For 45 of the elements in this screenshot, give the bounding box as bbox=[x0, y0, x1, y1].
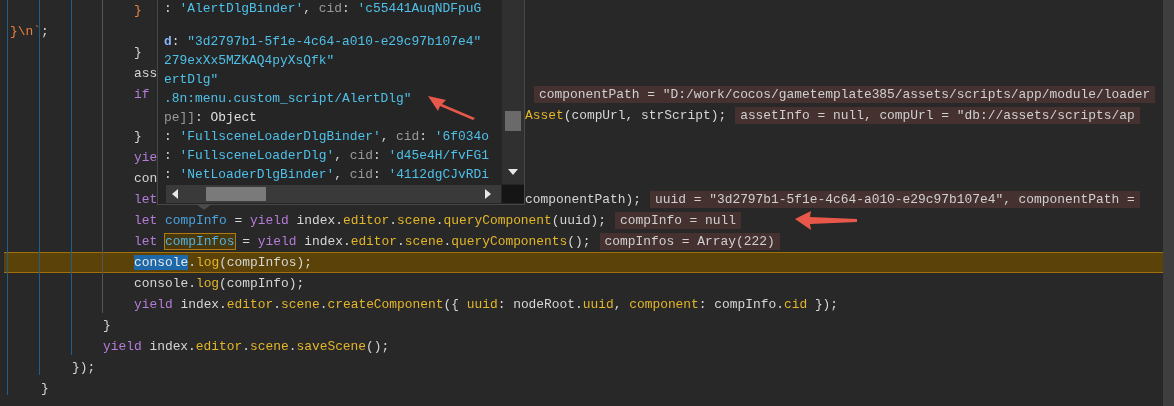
code-line: yield index.editor.scene.saveScene(); bbox=[103, 339, 390, 354]
code-line: con bbox=[134, 171, 158, 186]
code-line: }); bbox=[72, 360, 96, 375]
code-line: let compInfos = yield index.editor.scene.queryComponents(); bbox=[134, 234, 591, 249]
scrollbar-thumb[interactable] bbox=[505, 111, 521, 131]
code-line: let bbox=[134, 192, 158, 207]
code-line: Asset(compUrl, strScript); bbox=[525, 108, 727, 123]
inline-value-hint: compInfo = null bbox=[615, 212, 742, 229]
code-line: } bbox=[103, 318, 111, 333]
code-line: console.log(compInfos); bbox=[134, 255, 312, 270]
scrollbar[interactable] bbox=[502, 0, 524, 184]
tooltip-line: pe]]: Object bbox=[164, 109, 257, 127]
tooltip-line: 279exXx5MZKAQ4pyXsQfk" bbox=[164, 52, 335, 70]
annotation-arrow bbox=[795, 211, 857, 231]
inline-value-hint: compInfos = Array(222) bbox=[599, 233, 780, 250]
scrollbar[interactable] bbox=[166, 185, 501, 203]
code-line: componentPath); bbox=[525, 192, 642, 207]
tooltip-line: d: "3d2797b1-5f1e-4c64-a010-e29c97b107e4" bbox=[164, 33, 482, 51]
inline-value-hint: assetInfo = null, compUrl = "db://assets/scripts/ap bbox=[735, 107, 1140, 124]
inline-value-hint: uuid = "3d2797b1-5f1e-4c64-a010-e29c97b107e4", componentPath = bbox=[650, 191, 1140, 208]
code-line: } bbox=[41, 381, 49, 396]
left-arrow-icon[interactable] bbox=[172, 189, 178, 199]
code-line: } bbox=[134, 3, 142, 18]
code-line: } bbox=[134, 129, 142, 144]
code-line: yie bbox=[134, 150, 158, 165]
tooltip-line: : 'FullsceneLoaderDlg', cid: 'd45e4H/fvFG1 bbox=[164, 147, 489, 165]
code-line: let compInfo = yield index.editor.scene.queryComponent(uuid); bbox=[134, 213, 606, 228]
tooltip-line: : 'AlertDlgBinder', cid: 'c55441AuqNDFpuG bbox=[164, 0, 482, 18]
down-arrow-icon[interactable] bbox=[508, 169, 518, 175]
annotation-arrow bbox=[428, 96, 476, 120]
inline-value-hint: componentPath = "D:/work/cocos/gametemplate385/assets/scripts/app/module/loader bbox=[534, 86, 1156, 103]
code-line: ass bbox=[134, 66, 158, 81]
code-line: } bbox=[134, 45, 142, 60]
tooltip-line: : 'NetLoaderDlgBinder', cid: '4112dgCJvRDi bbox=[164, 166, 489, 184]
scrollbar-corner bbox=[502, 185, 524, 203]
code-line: console.log(compInfo); bbox=[134, 276, 305, 291]
right-arrow-icon[interactable] bbox=[485, 189, 491, 199]
tooltip-line: ertDlg" bbox=[164, 71, 219, 89]
scrollbar[interactable] bbox=[1163, 0, 1174, 406]
code-line: }\n`; bbox=[10, 24, 49, 39]
tooltip-line: .8n:menu.custom_script/AlertDlg" bbox=[164, 90, 412, 108]
code-line: if bbox=[134, 87, 150, 102]
tooltip-line: : 'FullsceneLoaderDlgBinder', cid: '6f034o bbox=[164, 128, 489, 146]
scrollbar-thumb[interactable] bbox=[206, 187, 266, 201]
code-line: yield index.editor.scene.createComponent({ uuid: nodeRoot.uuid, component: compInfo.cid }); bbox=[134, 297, 839, 312]
